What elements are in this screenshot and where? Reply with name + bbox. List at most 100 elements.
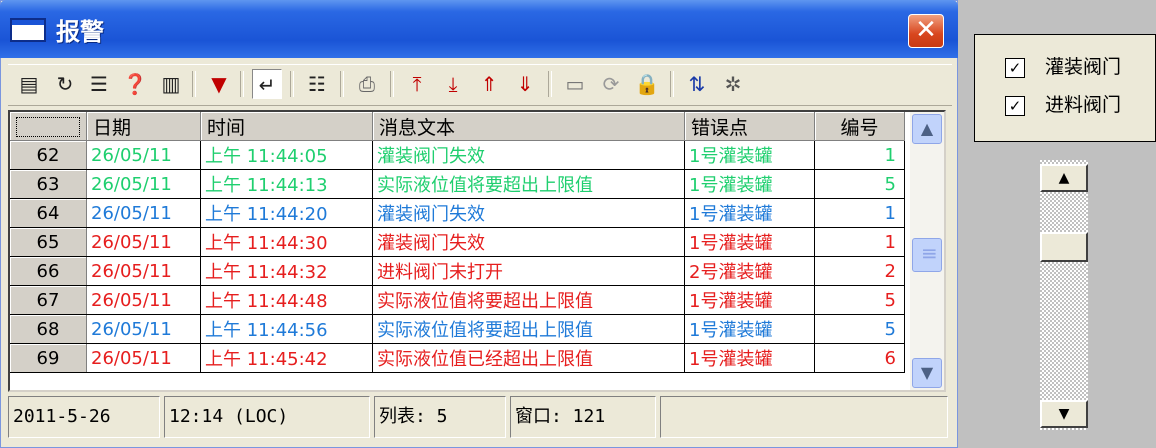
- cell-message: 灌装阀门失效: [372, 140, 685, 170]
- grid-scrollbar[interactable]: ▲ ▼: [910, 112, 944, 390]
- options-icon[interactable]: ☷: [302, 69, 332, 99]
- list-icon[interactable]: ▤: [14, 69, 44, 99]
- column-header-point[interactable]: 错误点: [684, 112, 815, 141]
- table-row[interactable]: 66 26/05/11 上午 11:44:32 进料阀门未打开 2号灌装罐 2: [10, 256, 905, 286]
- row-number: 64: [10, 198, 87, 228]
- next-icon[interactable]: ⇓: [510, 69, 540, 99]
- filter-icon[interactable]: ▼: [204, 69, 234, 99]
- filter-item-filling-valve[interactable]: ✓ 灌装阀门: [1005, 53, 1121, 81]
- table-row[interactable]: 68 26/05/11 上午 11:44:56 实际液位值将要超出上限值 1号灌装罐 5: [10, 314, 905, 344]
- grid-scroll-up-button[interactable]: ▲: [912, 114, 942, 144]
- cell-point: 2号灌装罐: [684, 256, 815, 286]
- cell-message: 实际液位值将要超出上限值: [372, 285, 685, 315]
- cell-code: 6: [814, 343, 905, 373]
- column-header-date[interactable]: 日期: [86, 112, 201, 141]
- cell-message: 实际液位值已经超出上限值: [372, 343, 685, 373]
- last-icon[interactable]: ⤓: [438, 69, 468, 99]
- table-row[interactable]: 62 26/05/11 上午 11:44:05 灌装阀门失效 1号灌装罐 1: [10, 140, 905, 170]
- row-number: 65: [10, 227, 87, 257]
- chart-icon[interactable]: ▥: [156, 69, 186, 99]
- cell-time: 上午 11:44:05: [200, 140, 373, 170]
- cell-point: 1号灌装罐: [684, 140, 815, 170]
- cell-date: 26/05/11: [86, 140, 201, 170]
- window-title: 报警: [56, 18, 104, 46]
- cell-date: 26/05/11: [86, 285, 201, 315]
- info-icon[interactable]: ❓: [120, 69, 150, 99]
- cell-message: 实际液位值将要超出上限值: [372, 314, 685, 344]
- cell-date: 26/05/11: [86, 198, 201, 228]
- window-icon[interactable]: ▭: [560, 69, 590, 99]
- cell-time: 上午 11:44:56: [200, 314, 373, 344]
- cell-point: 1号灌装罐: [684, 227, 815, 257]
- cell-time: 上午 11:45:42: [200, 343, 373, 373]
- checkbox-filling-valve[interactable]: ✓: [1005, 57, 1025, 78]
- first-icon[interactable]: ⤒: [402, 69, 432, 99]
- cell-code: 5: [814, 169, 905, 199]
- status-bar: 2011-5-26 12:14 (LOC) 列表: 5 窗口: 121: [8, 394, 948, 440]
- column-header-code[interactable]: 编号: [814, 112, 905, 141]
- cell-message: 灌装阀门失效: [372, 198, 685, 228]
- cell-message: 实际液位值将要超出上限值: [372, 169, 685, 199]
- status-list: 列表: 5: [374, 396, 506, 438]
- reload-icon[interactable]: ⟳: [596, 69, 626, 99]
- status-date: 2011-5-26: [8, 396, 160, 438]
- cell-code: 5: [814, 314, 905, 344]
- alarm-table: 日期 时间 消息文本 错误点 编号 62 26/05/11 上午 11:44:05 灌…: [10, 112, 905, 373]
- cell-time: 上午 11:44:32: [200, 256, 373, 286]
- sort-icon[interactable]: ⇅: [682, 69, 712, 99]
- table-row[interactable]: 67 26/05/11 上午 11:44:48 实际液位值将要超出上限值 1号灌装罐 5: [10, 285, 905, 315]
- cell-date: 26/05/11: [86, 169, 201, 199]
- corner-select-button[interactable]: [10, 112, 87, 141]
- table-row[interactable]: 63 26/05/11 上午 11:44:13 实际液位值将要超出上限值 1号灌装罐 5: [10, 169, 905, 199]
- table-row[interactable]: 64 26/05/11 上午 11:44:20 灌装阀门失效 1号灌装罐 1: [10, 198, 905, 228]
- toolbar: ▤ ↻ ☰ ❓ ▥ ▼ ↵ ☷ ⎙ ⤒ ⤓ ⇑ ⇓ ▭ ⟳ 🔒 ⇅ ✲: [8, 64, 952, 106]
- right-scroll-down-button[interactable]: ▼: [1040, 400, 1088, 428]
- row-number: 69: [10, 343, 87, 373]
- cell-time: 上午 11:44:13: [200, 169, 373, 199]
- cell-time: 上午 11:44:48: [200, 285, 373, 315]
- cell-code: 1: [814, 140, 905, 170]
- alarm-window: 报警 ✕ ▤ ↻ ☰ ❓ ▥ ▼ ↵ ☷ ⎙ ⤒ ⤓ ⇑ ⇓ ▭ ⟳ 🔒 ⇅ ✲: [0, 0, 958, 448]
- header-row: 日期 时间 消息文本 错误点 编号: [10, 112, 905, 141]
- column-header-time[interactable]: 时间: [200, 112, 373, 141]
- row-number: 68: [10, 314, 87, 344]
- right-scrollbar[interactable]: ▲ ▼: [1040, 160, 1088, 430]
- refresh-icon[interactable]: ↻: [50, 69, 80, 99]
- prev-icon[interactable]: ⇑: [474, 69, 504, 99]
- close-button[interactable]: ✕: [908, 14, 944, 48]
- row-number: 67: [10, 285, 87, 315]
- table-row[interactable]: 65 26/05/11 上午 11:44:30 灌装阀门失效 1号灌装罐 1: [10, 227, 905, 257]
- grid-scroll-down-button[interactable]: ▼: [912, 358, 942, 388]
- row-number: 66: [10, 256, 87, 286]
- right-scroll-thumb[interactable]: [1040, 232, 1088, 262]
- right-scroll-up-button[interactable]: ▲: [1040, 164, 1088, 192]
- filter-label-filling-valve: 灌装阀门: [1045, 56, 1122, 78]
- column-header-message[interactable]: 消息文本: [372, 112, 685, 141]
- filter-label-feed-valve: 进料阀门: [1045, 94, 1122, 116]
- status-extra: [660, 396, 948, 438]
- window-icon: [10, 18, 46, 42]
- cell-date: 26/05/11: [86, 256, 201, 286]
- filter-item-feed-valve[interactable]: ✓ 进料阀门: [1005, 91, 1121, 119]
- cell-code: 2: [814, 256, 905, 286]
- alarm-grid: 日期 时间 消息文本 错误点 编号 62 26/05/11 上午 11:44:05 灌…: [8, 110, 946, 392]
- filter-panel: ✓ 灌装阀门 ✓ 进料阀门: [974, 34, 1156, 142]
- row-number: 63: [10, 169, 87, 199]
- checkbox-feed-valve[interactable]: ✓: [1005, 95, 1025, 116]
- cell-point: 1号灌装罐: [684, 343, 815, 373]
- cell-point: 1号灌装罐: [684, 169, 815, 199]
- print-icon[interactable]: ⎙: [352, 69, 382, 99]
- settings-icon[interactable]: ✲: [718, 69, 748, 99]
- title-bar[interactable]: 报警 ✕: [0, 0, 958, 58]
- cell-time: 上午 11:44:30: [200, 227, 373, 257]
- status-window: 窗口: 121: [510, 396, 656, 438]
- table-row[interactable]: 69 26/05/11 上午 11:45:42 实际液位值已经超出上限值 1号灌装罐 6: [10, 343, 905, 373]
- acknowledge-icon[interactable]: ↵: [252, 69, 282, 99]
- cell-message: 灌装阀门失效: [372, 227, 685, 257]
- cell-date: 26/05/11: [86, 227, 201, 257]
- lock-icon[interactable]: 🔒: [632, 69, 662, 99]
- align-icon[interactable]: ☰: [84, 69, 114, 99]
- cell-point: 1号灌装罐: [684, 198, 815, 228]
- cell-code: 1: [814, 198, 905, 228]
- grid-scroll-thumb[interactable]: [912, 238, 942, 272]
